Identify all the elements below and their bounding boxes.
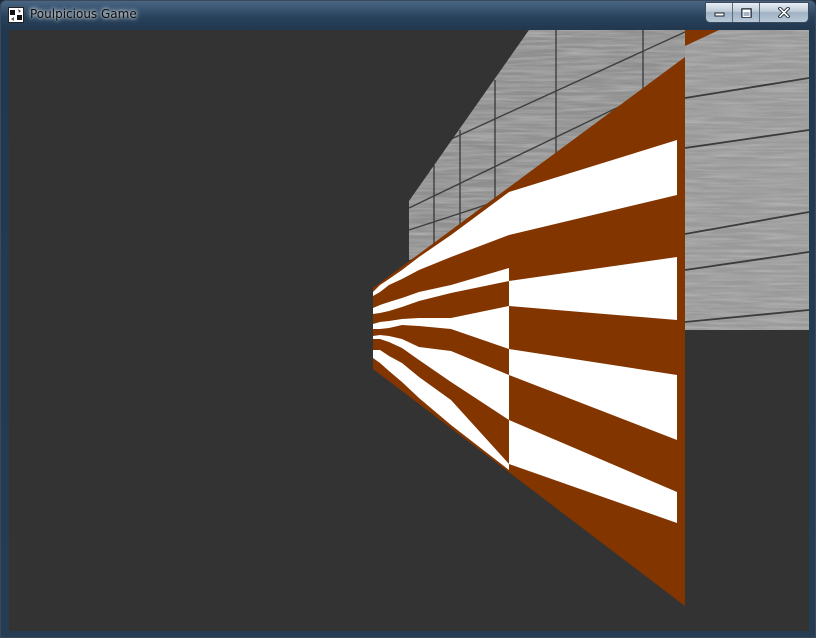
caption-buttons bbox=[705, 2, 809, 23]
close-button[interactable] bbox=[760, 3, 808, 22]
game-scene[interactable] bbox=[9, 30, 809, 631]
stone-wall-right bbox=[684, 30, 809, 330]
maximize-icon bbox=[740, 7, 752, 18]
minimize-icon bbox=[714, 12, 724, 17]
minimize-button[interactable] bbox=[706, 3, 733, 22]
game-viewport[interactable] bbox=[9, 30, 809, 631]
close-icon bbox=[778, 7, 790, 18]
app-icon[interactable] bbox=[8, 7, 24, 23]
game-window: Poulpicious Game bbox=[0, 0, 816, 638]
maximize-button[interactable] bbox=[733, 3, 760, 22]
window-title: Poulpicious Game bbox=[30, 7, 137, 21]
title-bar[interactable]: Poulpicious Game bbox=[1, 1, 815, 29]
